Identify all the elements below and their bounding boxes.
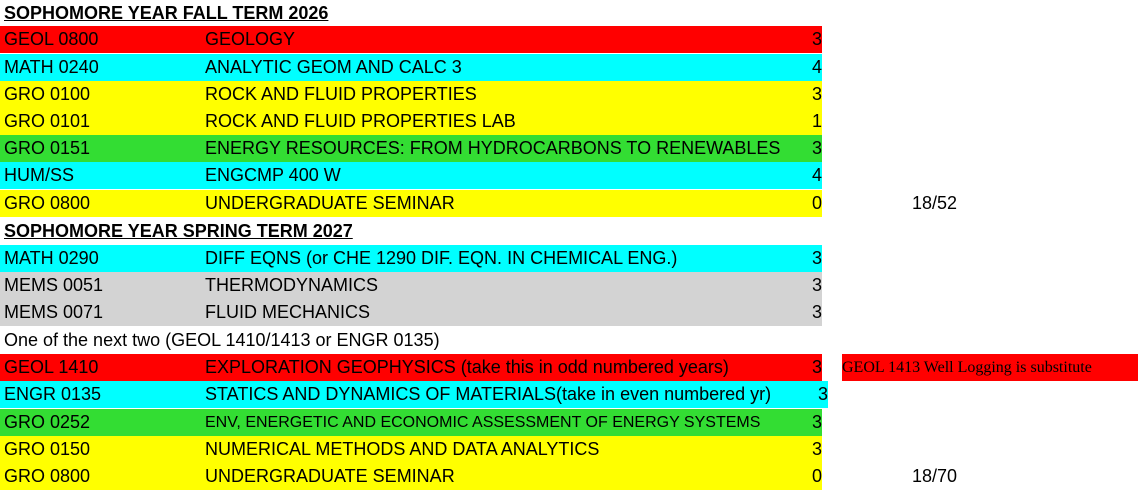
course-code: HUM/SS [4, 165, 75, 185]
substitute-note: GEOL 1413 Well Logging is substitute [842, 354, 1138, 381]
course-row: GEOL 0800 GEOLOGY 3 [0, 26, 822, 53]
course-code: GRO 0252 [4, 412, 91, 432]
spring-term-total: 18/70 [912, 466, 958, 486]
course-code: MEMS 0071 [4, 302, 104, 322]
course-code: GRO 0800 [4, 466, 91, 486]
course-row: GRO 0151 ENERGY RESOURCES: FROM HYDROCAR… [0, 135, 822, 162]
elective-choice-note: One of the next two (GEOL 1410/1413 or E… [4, 330, 440, 350]
course-row: GRO 0101 ROCK AND FLUID PROPERTIES LAB 1 [0, 108, 822, 135]
course-title: DIFF EQNS (or CHE 1290 DIF. EQN. IN CHEM… [205, 248, 678, 268]
course-credits: 4 [812, 165, 823, 185]
course-title: ENERGY RESOURCES: FROM HYDROCARBONS TO R… [205, 138, 781, 158]
course-credits: 3 [812, 302, 823, 322]
course-row: GRO 0800 UNDERGRADUATE SEMINAR 0 [0, 190, 822, 217]
course-credits: 3 [812, 357, 823, 377]
row-band [0, 272, 822, 299]
course-credits: 3 [812, 439, 823, 459]
course-code: GRO 0151 [4, 138, 91, 158]
course-credits: 3 [818, 384, 829, 404]
course-credits: 3 [812, 84, 823, 104]
course-code: MEMS 0051 [4, 275, 104, 295]
course-title: ROCK AND FLUID PROPERTIES LAB [205, 111, 516, 131]
course-title: GEOLOGY [205, 29, 296, 49]
course-title: ENGCMP 400 W [205, 165, 341, 185]
course-title: THERMODYNAMICS [205, 275, 379, 295]
course-row: MEMS 0051 THERMODYNAMICS 3 [0, 272, 822, 299]
spreadsheet: { "colors": { "red": "#ff0000", "cyan": … [0, 0, 1145, 492]
course-credits: 0 [812, 193, 823, 213]
course-row: GRO 0800 UNDERGRADUATE SEMINAR 0 [0, 463, 822, 490]
course-title: EXPLORATION GEOPHYSICS (take this in odd… [205, 357, 729, 377]
course-title: ROCK AND FLUID PROPERTIES [205, 84, 477, 104]
course-code: GRO 0101 [4, 111, 91, 131]
course-credits: 3 [812, 29, 823, 49]
course-credits: 4 [812, 57, 823, 77]
course-row: GRO 0150 NUMERICAL METHODS AND DATA ANAL… [0, 436, 822, 463]
course-row: MEMS 0071 FLUID MECHANICS 3 [0, 299, 822, 326]
course-credits: 3 [812, 412, 823, 432]
course-row: HUM/SS ENGCMP 400 W 4 [0, 162, 822, 189]
course-code: GRO 0150 [4, 439, 91, 459]
fall-term-heading: SOPHOMORE YEAR FALL TERM 2026 [4, 3, 329, 23]
course-row: GRO 0252 ENV, ENERGETIC AND ECONOMIC ASS… [0, 409, 822, 436]
course-credits: 3 [812, 248, 823, 268]
row-band [0, 26, 822, 53]
course-title: STATICS AND DYNAMICS OF MATERIALS(take i… [205, 384, 772, 404]
course-row: MATH 0240 ANALYTIC GEOM AND CALC 3 4 [0, 54, 822, 81]
course-code: GRO 0100 [4, 84, 91, 104]
course-code: MATH 0290 [4, 248, 99, 268]
course-credits: 1 [812, 111, 823, 131]
course-code: GRO 0800 [4, 193, 91, 213]
course-title: NUMERICAL METHODS AND DATA ANALYTICS [205, 439, 600, 459]
course-title: FLUID MECHANICS [205, 302, 371, 322]
course-title: ANALYTIC GEOM AND CALC 3 [205, 57, 462, 77]
course-row: GEOL 1410 EXPLORATION GEOPHYSICS (take t… [0, 354, 822, 381]
course-code: ENGR 0135 [4, 384, 102, 404]
row-band [0, 299, 822, 326]
fall-term-total: 18/52 [912, 193, 958, 213]
course-credits: 3 [812, 275, 823, 295]
course-title: UNDERGRADUATE SEMINAR [205, 193, 455, 213]
row-band [0, 162, 822, 189]
spring-term-heading: SOPHOMORE YEAR SPRING TERM 2027 [4, 221, 353, 241]
course-row: ENGR 0135 STATICS AND DYNAMICS OF MATERI… [0, 381, 828, 408]
course-credits: 0 [812, 466, 823, 486]
course-title: UNDERGRADUATE SEMINAR [205, 466, 455, 486]
course-row: GRO 0100 ROCK AND FLUID PROPERTIES 3 [0, 81, 822, 108]
course-row: MATH 0290 DIFF EQNS (or CHE 1290 DIF. EQ… [0, 245, 822, 272]
course-credits: 3 [812, 138, 823, 158]
course-code: GEOL 1410 [4, 357, 99, 377]
course-code: GEOL 0800 [4, 29, 99, 49]
course-code: MATH 0240 [4, 57, 99, 77]
course-title: ENV, ENERGETIC AND ECONOMIC ASSESSMENT O… [205, 414, 761, 431]
